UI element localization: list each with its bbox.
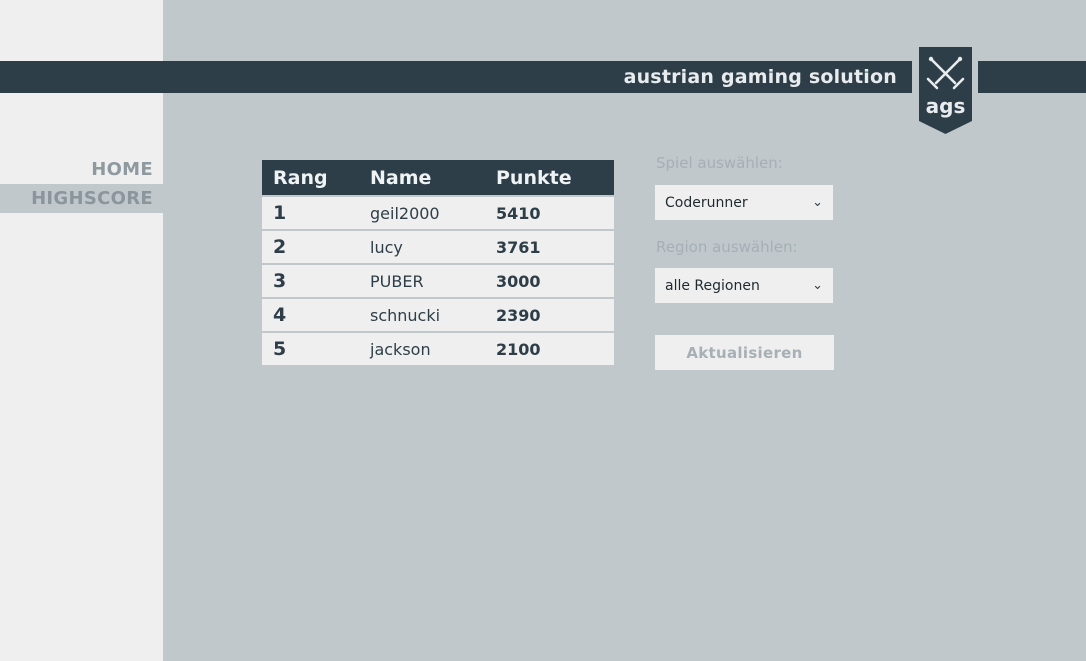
table-row: 1 geil2000 5410 bbox=[262, 197, 614, 229]
cell-name: PUBER bbox=[370, 271, 424, 291]
region-select-value: alle Regionen bbox=[665, 277, 760, 294]
header-points: Punkte bbox=[496, 166, 572, 189]
logo-text: ags bbox=[925, 94, 966, 118]
cell-name: geil2000 bbox=[370, 203, 440, 223]
cell-points: 5410 bbox=[496, 203, 541, 223]
cell-points: 2390 bbox=[496, 305, 541, 325]
highscore-table: Rang Name Punkte 1 geil2000 5410 2 lucy … bbox=[262, 160, 614, 365]
game-select-value: Coderunner bbox=[665, 194, 748, 211]
game-select-label: Spiel auswählen: bbox=[656, 154, 783, 172]
region-select[interactable]: alle Regionen ⌄ bbox=[655, 268, 833, 303]
table-row: 3 PUBER 3000 bbox=[262, 265, 614, 297]
cell-rank: 3 bbox=[273, 270, 287, 292]
sidebar bbox=[0, 0, 163, 661]
cell-points: 3761 bbox=[496, 237, 541, 257]
chevron-down-icon: ⌄ bbox=[812, 195, 823, 210]
cell-rank: 2 bbox=[273, 236, 287, 258]
brand-tagline: austrian gaming solution bbox=[623, 66, 897, 88]
header-rank: Rang bbox=[273, 166, 328, 189]
crossed-swords-icon bbox=[919, 47, 972, 134]
refresh-button[interactable]: Aktualisieren bbox=[655, 335, 834, 370]
main-nav: HOME HIGHSCORE bbox=[0, 155, 163, 213]
cell-rank: 4 bbox=[273, 304, 287, 326]
cell-name: lucy bbox=[370, 237, 403, 257]
cell-name: jackson bbox=[370, 339, 431, 359]
game-select[interactable]: Coderunner ⌄ bbox=[655, 185, 833, 220]
table-row: 4 schnucki 2390 bbox=[262, 299, 614, 331]
cell-points: 3000 bbox=[496, 271, 541, 291]
table-row: 2 lucy 3761 bbox=[262, 231, 614, 263]
cell-rank: 5 bbox=[273, 338, 287, 360]
header-name: Name bbox=[370, 166, 432, 189]
table-row: 5 jackson 2100 bbox=[262, 333, 614, 365]
nav-highscore[interactable]: HIGHSCORE bbox=[0, 184, 163, 213]
nav-home[interactable]: HOME bbox=[0, 155, 163, 184]
cell-name: schnucki bbox=[370, 305, 441, 325]
region-select-label: Region auswählen: bbox=[656, 238, 798, 256]
chevron-down-icon: ⌄ bbox=[812, 278, 823, 293]
cell-points: 2100 bbox=[496, 339, 541, 359]
cell-rank: 1 bbox=[273, 202, 287, 224]
table-header: Rang Name Punkte bbox=[262, 160, 614, 195]
